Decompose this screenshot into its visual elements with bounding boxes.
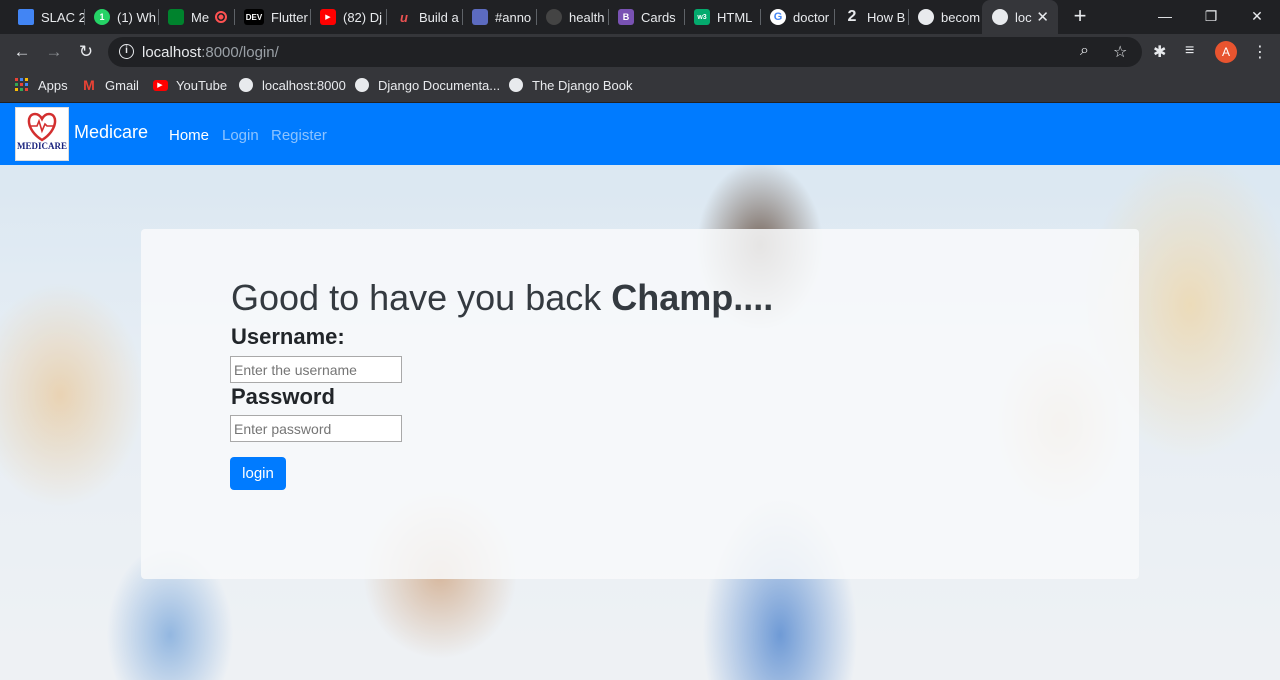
apps-grid-icon (14, 77, 30, 93)
tab-strip: SLAC 2 1 (1) Wh Me DEV Flutter ▶ (82) Dj… (0, 0, 1280, 34)
close-tab-icon[interactable]: ✕ (1036, 8, 1049, 26)
nav-home[interactable]: Home (169, 127, 209, 144)
forward-button[interactable]: → (40, 38, 68, 66)
zoom-icon[interactable]: ⌕ (1080, 42, 1089, 60)
nav-register[interactable]: Register (271, 127, 327, 144)
bootstrap-icon: B (618, 9, 634, 25)
window-close-button[interactable]: ✕ (1234, 0, 1280, 32)
tab-localhost-active[interactable]: loc ✕ (982, 0, 1058, 34)
tab-slac[interactable]: SLAC 2 (8, 0, 84, 34)
username-input[interactable] (230, 356, 402, 383)
number-2-icon: 2 (847, 8, 857, 25)
tab-whatsapp[interactable]: 1 (1) Wh (84, 0, 158, 34)
dev-icon: DEV (244, 9, 264, 25)
tab-how[interactable]: 2 How B (834, 0, 908, 34)
app-icon (472, 9, 488, 25)
recording-icon (215, 11, 228, 23)
restore-button[interactable]: ❐ (1188, 0, 1234, 32)
github-icon (546, 9, 562, 25)
site-navbar: MEDICARE Medicare Home Login Register (0, 103, 1280, 165)
tab-udemy[interactable]: u Build a (386, 0, 462, 34)
tab-cards[interactable]: B Cards (608, 0, 684, 34)
login-button[interactable]: login (230, 457, 286, 490)
reload-button[interactable]: ↻ (72, 38, 100, 66)
tab-html[interactable]: w3 HTML (684, 0, 760, 34)
bookmark-star-icon[interactable]: ☆ (1113, 42, 1127, 62)
w3schools-icon: w3 (694, 9, 710, 25)
tab-meet[interactable]: Me (158, 0, 234, 34)
youtube-icon: ▶ (152, 77, 168, 93)
url-text: localhost:8000/login/ (142, 44, 279, 61)
new-tab-button[interactable]: + (1069, 5, 1091, 27)
tab-flutter[interactable]: DEV Flutter (234, 0, 310, 34)
reading-list-icon[interactable]: ≡ (1185, 42, 1194, 60)
bookmark-apps[interactable]: Apps (14, 77, 68, 93)
bookmark-django-docs[interactable]: Django Documenta... (354, 77, 500, 93)
tab-becom[interactable]: becom (908, 0, 982, 34)
bookmark-django-book[interactable]: The Django Book (508, 77, 632, 93)
login-card: Good to have you back Champ.... Username… (141, 229, 1139, 579)
bookmark-localhost[interactable]: localhost:8000 (238, 77, 346, 93)
password-input[interactable] (230, 415, 402, 442)
username-label: Username: (231, 324, 345, 349)
brand-name[interactable]: Medicare (74, 122, 148, 143)
gmail-icon: M (83, 77, 95, 93)
minimize-button[interactable]: — (1142, 0, 1188, 32)
whatsapp-icon: 1 (94, 9, 110, 25)
tab-anno[interactable]: #anno (462, 0, 536, 34)
udemy-icon: u (400, 9, 408, 25)
medicare-logo[interactable]: MEDICARE (15, 107, 69, 161)
globe-icon (918, 9, 934, 25)
tab-youtube[interactable]: ▶ (82) Dj (310, 0, 386, 34)
profile-avatar[interactable]: A (1215, 41, 1237, 63)
tab-github[interactable]: health (536, 0, 608, 34)
login-heading: Good to have you back Champ.... (231, 277, 774, 318)
tab-doctor[interactable]: G doctor (760, 0, 834, 34)
docs-icon (18, 9, 34, 25)
youtube-icon: ▶ (320, 9, 336, 25)
nav-login[interactable]: Login (222, 127, 259, 144)
bookmarks-bar: Apps M Gmail ▶ YouTube localhost:8000 Dj… (0, 70, 1280, 103)
address-bar[interactable]: i localhost:8000/login/ ⌕ ☆ (108, 37, 1142, 67)
hero-background: Good to have you back Champ.... Username… (0, 165, 1280, 680)
globe-icon (508, 77, 524, 93)
web-page: MEDICARE Medicare Home Login Register Go… (0, 103, 1280, 680)
menu-icon[interactable]: ⋮ (1252, 42, 1268, 62)
back-button[interactable]: ← (8, 38, 36, 66)
meet-icon (168, 9, 184, 25)
password-label: Password (231, 384, 335, 409)
logo-text: MEDICARE (16, 141, 67, 151)
site-info-icon[interactable]: i (119, 44, 134, 59)
globe-icon (354, 77, 370, 93)
bookmark-gmail[interactable]: M Gmail (81, 77, 139, 93)
browser-toolbar: ← → ↻ i localhost:8000/login/ ⌕ ☆ ✱ ≡ A … (0, 34, 1280, 70)
google-icon: G (770, 9, 786, 25)
heart-pulse-icon (27, 112, 57, 142)
globe-icon (992, 9, 1008, 25)
globe-icon (238, 77, 254, 93)
bookmark-youtube[interactable]: ▶ YouTube (152, 77, 227, 93)
extensions-icon[interactable]: ✱ (1153, 42, 1166, 62)
